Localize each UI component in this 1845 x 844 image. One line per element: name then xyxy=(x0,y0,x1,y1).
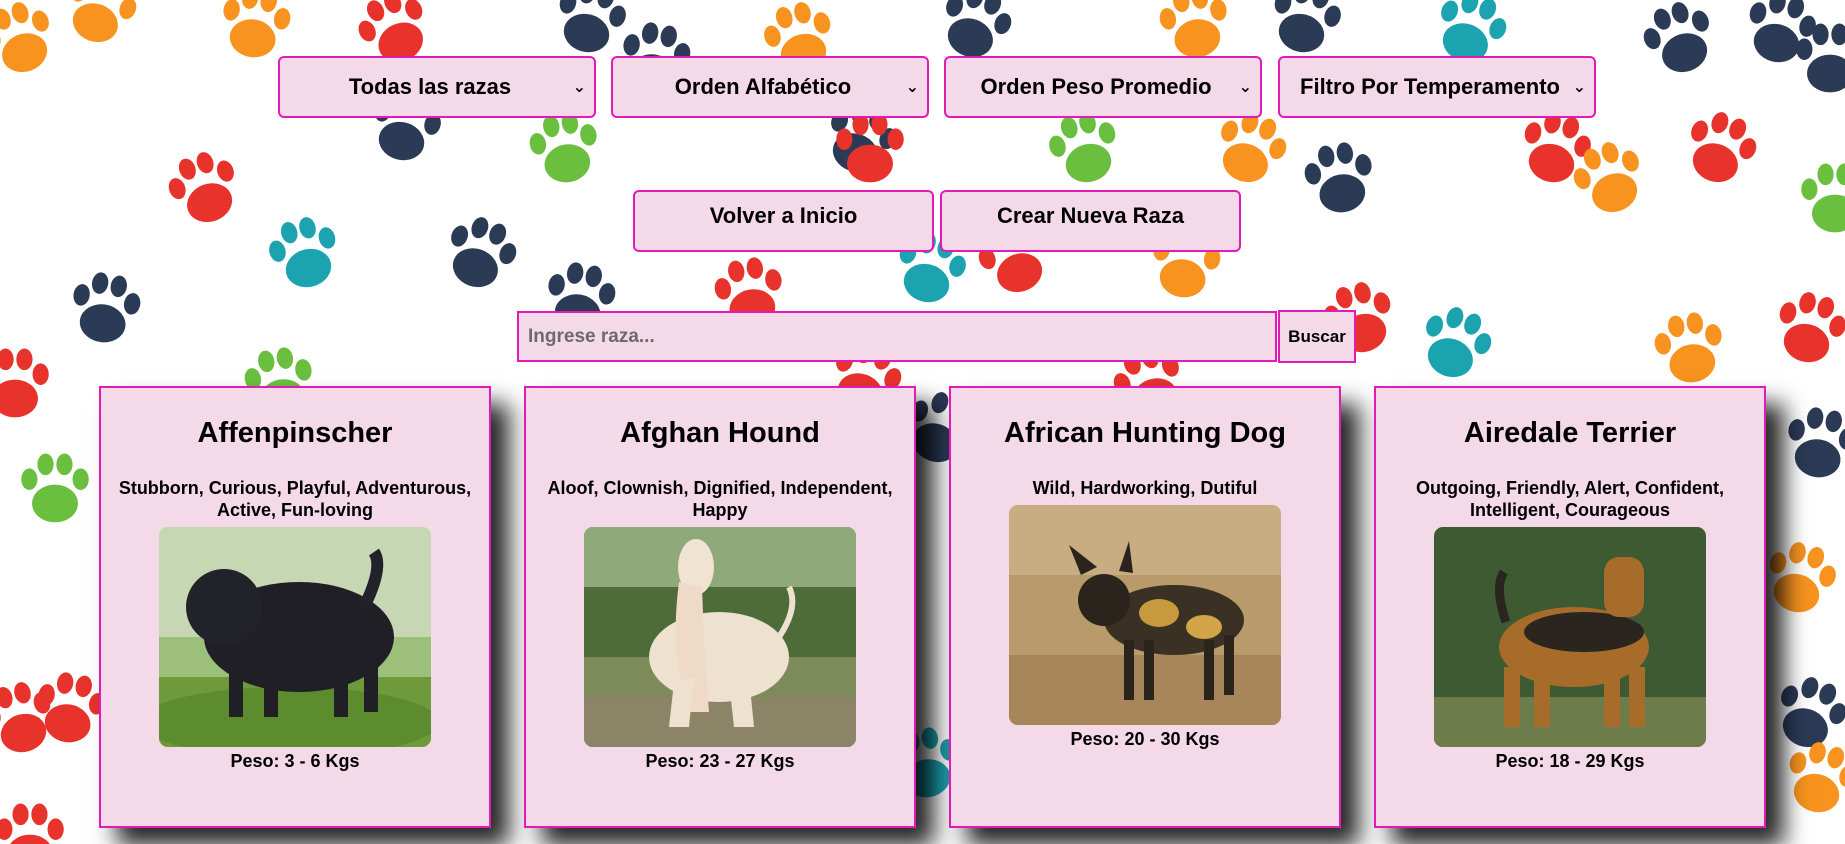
breed-weight: Peso: 18 - 29 Kgs xyxy=(1495,750,1645,771)
chevron-down-icon: ⌄ xyxy=(1238,79,1252,96)
alphabetical-order-select[interactable]: Orden Alfabético ⌄ xyxy=(611,56,929,118)
breed-filter-select[interactable]: Todas las razas ⌄ xyxy=(278,56,596,118)
weight-order-label: Orden Peso Promedio xyxy=(980,74,1212,99)
weight-order-select[interactable]: Orden Peso Promedio ⌄ xyxy=(944,56,1262,118)
breed-card[interactable]: Afghan Hound Aloof, Clownish, Dignified,… xyxy=(524,386,916,828)
breed-temperament: Aloof, Clownish, Dignified, Independent,… xyxy=(547,477,893,520)
create-breed-button[interactable]: Crear Nueva Raza xyxy=(940,190,1241,252)
breed-card[interactable]: Airedale Terrier Outgoing, Friendly, Ale… xyxy=(1374,386,1766,828)
breed-weight: Peso: 20 - 30 Kgs xyxy=(1070,728,1220,749)
chevron-down-icon: ⌄ xyxy=(1572,79,1586,96)
breed-name: Airedale Terrier xyxy=(1463,417,1677,449)
breed-card[interactable]: African Hunting Dog Wild, Hardworking, D… xyxy=(949,386,1341,828)
breed-temperament: Stubborn, Curious, Playful, Adventurous,… xyxy=(118,477,472,520)
temperament-filter-select[interactable]: Filtro Por Temperamento ⌄ xyxy=(1278,56,1596,118)
alphabetical-order-label: Orden Alfabético xyxy=(674,74,852,99)
breed-weight: Peso: 23 - 27 Kgs xyxy=(645,750,795,771)
breed-photo xyxy=(1009,504,1281,725)
breed-photo xyxy=(159,526,431,747)
breed-photo xyxy=(584,526,856,747)
breed-temperament: Outgoing, Friendly, Alert, Confident, In… xyxy=(1416,477,1724,520)
breed-photo xyxy=(1434,526,1706,747)
temperament-filter-label: Filtro Por Temperamento xyxy=(1300,74,1560,99)
breed-card[interactable]: Affenpinscher Stubborn, Curious, Playful… xyxy=(99,386,491,828)
breed-temperament: Wild, Hardworking, Dutiful xyxy=(1032,477,1258,498)
breed-name: Affenpinscher xyxy=(197,417,393,449)
back-home-button[interactable]: Volver a Inicio xyxy=(633,190,934,252)
breed-search-input[interactable] xyxy=(517,311,1277,362)
breed-filter-label: Todas las razas xyxy=(348,74,512,99)
breed-name: Afghan Hound xyxy=(620,417,820,449)
search-button[interactable]: Buscar xyxy=(1278,310,1356,363)
chevron-down-icon: ⌄ xyxy=(905,79,919,96)
chevron-down-icon: ⌄ xyxy=(572,79,586,96)
breed-weight: Peso: 3 - 6 Kgs xyxy=(230,750,360,771)
breed-name: African Hunting Dog xyxy=(1004,417,1286,449)
